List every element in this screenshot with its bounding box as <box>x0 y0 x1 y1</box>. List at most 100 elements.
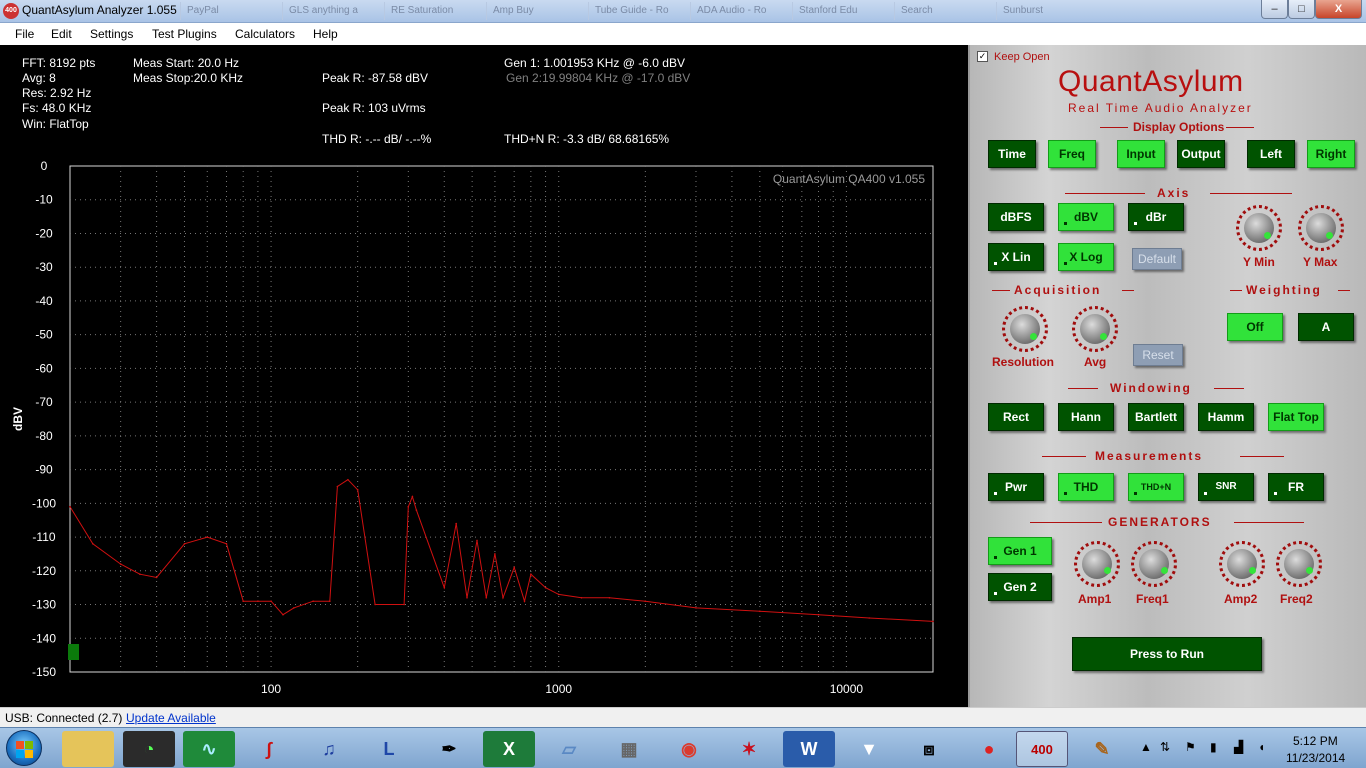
qa400-taskbar-icon[interactable]: 400 <box>1016 731 1068 767</box>
weighting-a-button[interactable]: A <box>1298 313 1354 341</box>
spectrum-data-point <box>356 489 359 491</box>
dbv-button[interactable]: dBV <box>1058 203 1114 231</box>
fr-button[interactable]: FR <box>1268 473 1324 501</box>
menu-edit[interactable]: Edit <box>51 27 72 41</box>
bartlett-window-button[interactable]: Bartlett <box>1128 403 1184 431</box>
freq-button[interactable]: Freq <box>1048 140 1096 168</box>
battery-icon[interactable]: ▮ <box>1210 740 1217 754</box>
meter-app-icon[interactable]: ◔ <box>123 731 175 767</box>
menu-help[interactable]: Help <box>313 27 338 41</box>
chrome-icon[interactable]: ◉ <box>663 731 715 767</box>
menu-settings[interactable]: Settings <box>90 27 133 41</box>
spectrum-data-point <box>183 543 186 545</box>
avg-knob[interactable] <box>1072 306 1118 352</box>
flag-icon[interactable]: ⚑ <box>1185 740 1196 754</box>
background-tab[interactable]: GLS anything a <box>282 2 382 20</box>
gen2-button[interactable]: Gen 2 <box>988 573 1052 601</box>
inkscape-icon[interactable]: ✒ <box>423 731 475 767</box>
dbfs-button[interactable]: dBFS <box>988 203 1044 231</box>
input-button[interactable]: Input <box>1117 140 1165 168</box>
amp1-knob[interactable] <box>1074 541 1120 587</box>
l-app-icon[interactable]: L <box>363 731 415 767</box>
brand-subtitle: Real Time Audio Analyzer <box>1068 101 1253 115</box>
background-tab[interactable]: Search <box>894 2 994 20</box>
freq1-label: Freq1 <box>1136 592 1169 606</box>
output-button[interactable]: Output <box>1177 140 1225 168</box>
menu-calculators[interactable]: Calculators <box>235 27 295 41</box>
y-tick-label: -70 <box>35 395 53 409</box>
background-tab[interactable]: Amp Buy <box>486 2 586 20</box>
notepad-icon[interactable]: ▱ <box>543 731 595 767</box>
menu-bar: File Edit Settings Test Plugins Calculat… <box>0 23 1366 45</box>
freq2-knob[interactable] <box>1276 541 1322 587</box>
pcb-app-icon[interactable]: ∿ <box>183 731 235 767</box>
freq1-knob[interactable] <box>1131 541 1177 587</box>
calculator-icon[interactable]: ▦ <box>603 731 655 767</box>
snr-button[interactable]: SNR <box>1198 473 1254 501</box>
foobar-icon[interactable]: ▼ <box>843 731 895 767</box>
background-tab[interactable]: Stanford Edu <box>792 2 892 20</box>
background-tab[interactable]: ADA Audio - Ro <box>690 2 790 20</box>
resolution-label: Resolution <box>992 355 1054 369</box>
word-icon[interactable]: W <box>783 731 835 767</box>
minimize-button[interactable]: – <box>1261 0 1288 19</box>
signal-icon[interactable]: ▟ <box>1234 740 1243 754</box>
keep-open-checkbox[interactable]: ✓ <box>977 51 988 62</box>
rect-window-button[interactable]: Rect <box>988 403 1044 431</box>
explorer-icon[interactable] <box>62 731 114 767</box>
background-tab[interactable]: Tube Guide - Ro <box>588 2 688 20</box>
menu-test-plugins[interactable]: Test Plugins <box>152 27 217 41</box>
y-min-knob[interactable] <box>1236 205 1282 251</box>
frame-app-icon[interactable]: ⧈ <box>903 731 955 767</box>
hann-window-button[interactable]: Hann <box>1058 403 1114 431</box>
x-log-button[interactable]: X Log <box>1058 243 1114 271</box>
start-button[interactable] <box>6 730 42 766</box>
excel-icon[interactable]: X <box>483 731 535 767</box>
paint-icon[interactable]: ✎ <box>1076 731 1128 767</box>
spectrum-data-point <box>494 553 496 555</box>
spectrum-plot[interactable]: 0 -10 -20 -30 -40 -50 -60 -70 -80 -90 -100 -110 -120… <box>0 45 968 707</box>
weighting-off-button[interactable]: Off <box>1227 313 1283 341</box>
default-button[interactable]: Default <box>1132 248 1182 270</box>
brand-title: QuantAsylum <box>1058 65 1244 98</box>
spectrum-data-point <box>407 505 410 508</box>
acrobat-icon[interactable]: ✶ <box>723 731 775 767</box>
pwr-button[interactable]: Pwr <box>988 473 1044 501</box>
gen1-button[interactable]: Gen 1 <box>988 537 1052 565</box>
volume-icon[interactable]: ◖ <box>1258 740 1265 754</box>
update-available-link[interactable]: Update Available <box>126 711 216 725</box>
measurements-heading: Measurements <box>1095 449 1204 463</box>
thd-button[interactable]: THD <box>1058 473 1114 501</box>
left-channel-button[interactable]: Left <box>1247 140 1295 168</box>
y-max-knob[interactable] <box>1298 205 1344 251</box>
background-tab[interactable]: PayPal <box>180 2 280 20</box>
reset-button[interactable]: Reset <box>1133 344 1183 366</box>
audacity-icon[interactable]: ♫ <box>303 731 355 767</box>
recorder-icon[interactable]: ● <box>963 731 1015 767</box>
y-tick-label: -140 <box>32 631 56 645</box>
menu-file[interactable]: File <box>15 27 34 41</box>
y-tick-label: -120 <box>32 564 56 578</box>
background-tab[interactable]: RE Saturation <box>384 2 484 20</box>
clock-time[interactable]: 5:12 PM <box>1293 734 1338 748</box>
spectrum-data-point <box>415 509 418 511</box>
flattop-window-button[interactable]: Flat Top <box>1268 403 1324 431</box>
right-channel-button[interactable]: Right <box>1307 140 1355 168</box>
tray-arrow-icon[interactable]: ▲ <box>1140 740 1152 754</box>
thdn-button[interactable]: THD+N <box>1128 473 1184 501</box>
window-title: QuantAsylum Analyzer 1.055 <box>22 3 177 17</box>
dbr-button[interactable]: dBr <box>1128 203 1184 231</box>
press-to-run-button[interactable]: Press to Run <box>1072 637 1262 671</box>
clock-date[interactable]: 11/23/2014 <box>1286 751 1345 765</box>
time-button[interactable]: Time <box>988 140 1036 168</box>
resolution-knob[interactable] <box>1002 306 1048 352</box>
x-lin-button[interactable]: X Lin <box>988 243 1044 271</box>
spectrum-data-point <box>92 543 94 545</box>
background-tab[interactable]: Sunburst <box>996 2 1096 20</box>
maximize-button[interactable]: □ <box>1288 0 1315 19</box>
close-button[interactable]: X <box>1315 0 1362 19</box>
hamm-window-button[interactable]: Hamm <box>1198 403 1254 431</box>
ltspice-icon[interactable]: ∫ <box>243 731 295 767</box>
network-icon[interactable]: ⇅ <box>1160 740 1170 754</box>
amp2-knob[interactable] <box>1219 541 1265 587</box>
